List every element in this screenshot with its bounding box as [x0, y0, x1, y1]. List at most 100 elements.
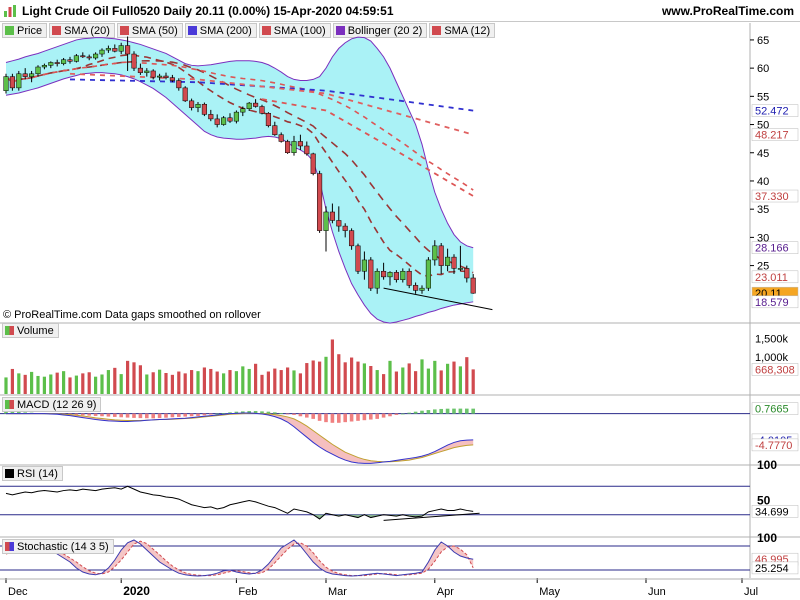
macd-histogram-bar [337, 413, 341, 423]
candle-body [374, 270, 380, 289]
volume-bar [30, 371, 34, 394]
macd-histogram-bar [183, 413, 187, 417]
rsi-tick-label: 100 [757, 458, 777, 472]
macd-histogram-bar [100, 413, 104, 417]
candle-body [419, 287, 425, 291]
candle-body [400, 270, 406, 280]
macd-histogram-bar [388, 413, 392, 417]
volume-bar [305, 363, 309, 394]
volume-bar [234, 371, 238, 394]
volume-swatch [5, 326, 14, 335]
candle-body [317, 173, 323, 231]
volume-bar [407, 363, 411, 394]
macd-histogram-bar [381, 413, 386, 418]
candle-body [285, 141, 291, 154]
volume-bar [286, 367, 290, 394]
macd-histogram-bar [273, 412, 277, 414]
volume-bar [132, 362, 136, 394]
candle-body [176, 80, 182, 89]
candle-body [93, 53, 99, 59]
candle-body [349, 230, 355, 247]
candle-body [272, 125, 278, 135]
candle-body [240, 108, 246, 113]
bollinger-lower-value-label: 18.579 [755, 297, 789, 309]
macd-histogram-bar [132, 413, 136, 418]
site-url[interactable]: www.ProRealTime.com [662, 4, 794, 18]
volume-bar [177, 371, 181, 394]
volume-bar [55, 372, 59, 394]
x-tick-label: 2020 [123, 584, 150, 598]
stochastic-d-value-label: 25.254 [755, 563, 789, 575]
volume-bar [388, 360, 392, 394]
macd-histogram-bar [106, 413, 111, 417]
volume-bar [433, 360, 437, 394]
volume-bar [74, 375, 78, 394]
x-tick-label: Feb [238, 586, 257, 598]
macd-histogram-bar [81, 413, 85, 416]
x-tick-label: Jul [744, 586, 758, 598]
candle-body [112, 48, 118, 52]
bar-chart-icon [4, 5, 16, 17]
volume-bar [292, 370, 296, 394]
macd-histogram-bar [465, 408, 469, 414]
candle-body [368, 259, 374, 289]
candle-body [445, 256, 451, 266]
volume-bar [119, 374, 123, 394]
stochastic-swatch [5, 542, 14, 551]
candle-body [470, 277, 476, 294]
stochastic-pane-label: Stochastic (14 3 5) [2, 539, 114, 554]
volume-bar [158, 369, 162, 394]
candle-body [22, 73, 28, 77]
volume-bar [324, 356, 328, 394]
volume-bar [17, 373, 21, 394]
volume-bar [318, 361, 322, 394]
candle-body [73, 55, 79, 62]
volume-bar [106, 370, 110, 394]
macd-histogram-bar [266, 411, 271, 414]
volume-bar [311, 360, 315, 394]
candle-body [9, 76, 15, 89]
volume-bar [81, 373, 85, 394]
candle-body [80, 55, 86, 58]
candle-body [201, 103, 207, 115]
macd-histogram-bar [445, 408, 450, 414]
rsi-swatch [5, 469, 14, 478]
candle-body [29, 73, 35, 77]
macd-label: MACD (12 26 9) [17, 398, 97, 411]
price-tick-label: 40 [757, 176, 769, 188]
candle-body [144, 70, 150, 73]
volume-bar [170, 374, 174, 394]
macd-signal-line [6, 412, 474, 463]
macd-histogram-bar [439, 408, 443, 414]
x-tick-label: Jun [648, 586, 666, 598]
candle-body [432, 245, 438, 261]
volume-pane [4, 339, 475, 394]
macd-histogram-bar [401, 413, 405, 415]
rsi-pane [0, 485, 750, 521]
candle-body [323, 211, 329, 231]
volume-tick-label: 1,500k [755, 334, 789, 346]
volume-bar [164, 373, 168, 394]
rsi-label: RSI (14) [17, 467, 58, 480]
volume-bar [254, 363, 258, 394]
candle-body [297, 141, 303, 147]
volume-bar [62, 371, 66, 394]
x-tick-label: Mar [328, 586, 347, 598]
volume-bar [439, 370, 443, 394]
volume-value-label: 668,308 [755, 364, 795, 376]
right-axis: 65605550454035302552.47248.21737.33028.1… [750, 35, 799, 575]
candle-body [278, 134, 284, 142]
x-tick-label: Dec [8, 586, 28, 598]
volume-bar [94, 376, 98, 394]
volume-bar [452, 361, 456, 394]
price-pane [3, 36, 493, 324]
macd-histogram-bar [164, 413, 168, 418]
macd-histogram-bar [209, 413, 213, 415]
macd-histogram-bar [369, 413, 373, 420]
rsi-oversold-fill [6, 514, 474, 519]
volume-bar [362, 363, 366, 394]
volume-bar [420, 359, 424, 394]
candle-body [387, 272, 393, 278]
macd-histogram-bar [305, 413, 309, 418]
volume-bar [145, 374, 149, 394]
